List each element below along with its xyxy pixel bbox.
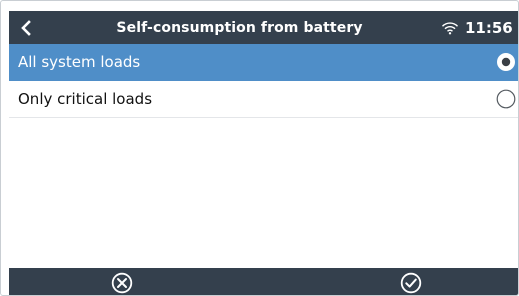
option-all-system-loads[interactable]: All system loads <box>9 44 518 81</box>
page-title: Self-consumption from battery <box>116 19 363 36</box>
wifi-icon <box>439 11 461 44</box>
option-list: All system loads Only critical loads <box>9 44 518 268</box>
header-bar: Self-consumption from battery 11:56 <box>9 11 518 44</box>
option-only-critical-loads[interactable]: Only critical loads <box>9 81 518 118</box>
radio-selected-icon[interactable] <box>496 52 516 72</box>
option-label: Only critical loads <box>18 90 153 108</box>
footer-bar <box>9 268 518 295</box>
check-circle-icon <box>400 272 422 294</box>
back-button[interactable] <box>9 11 43 44</box>
cancel-circle-icon <box>111 272 133 294</box>
option-label: All system loads <box>18 53 141 71</box>
radio-unselected-icon[interactable] <box>496 89 516 109</box>
app-frame: Self-consumption from battery 11:56 All … <box>0 0 519 296</box>
clock: 11:56 <box>465 18 513 37</box>
cancel-button[interactable] <box>110 271 134 295</box>
chevron-left-icon <box>21 19 31 36</box>
confirm-button[interactable] <box>399 271 423 295</box>
